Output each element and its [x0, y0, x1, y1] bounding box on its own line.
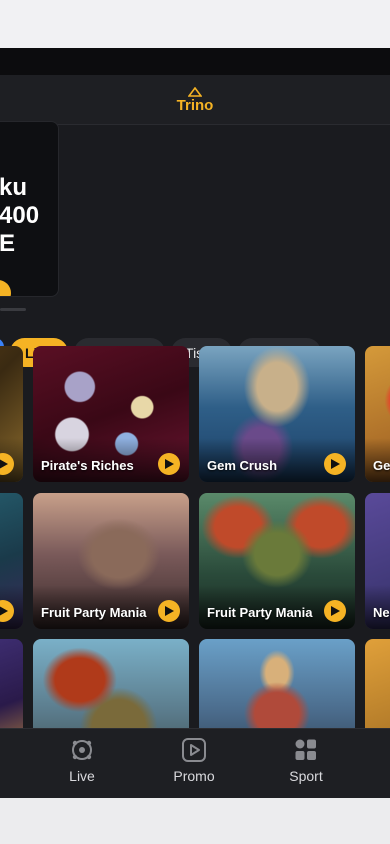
status-bar [0, 48, 390, 75]
play-icon [330, 606, 340, 616]
play-button[interactable] [158, 600, 180, 622]
game-tile[interactable] [0, 346, 23, 482]
game-title: Fruit Party Mania [207, 605, 313, 620]
nav-item-promo[interactable]: Promo [149, 737, 239, 784]
game-title: Ge [373, 458, 390, 473]
promo-icon [182, 738, 206, 762]
play-icon [0, 606, 8, 616]
brand-name: Trino [176, 96, 214, 114]
promo-cta-button[interactable] [0, 280, 11, 296]
nav-label: Live [69, 768, 95, 784]
sport-icon [295, 739, 316, 760]
game-tile[interactable]: Ge [365, 346, 390, 482]
play-icon [164, 459, 174, 469]
game-tile[interactable]: Fruit Party Mania [199, 493, 355, 629]
brand-logo[interactable]: Trino [176, 86, 214, 114]
app-header: Trino [0, 75, 390, 125]
play-icon [0, 459, 8, 469]
play-button[interactable] [324, 453, 346, 475]
top-blank-area [0, 0, 390, 48]
game-tile[interactable]: Fruit Party Mania [33, 493, 189, 629]
promo-banner[interactable]: ku 400 E [0, 121, 59, 297]
play-icon [164, 606, 174, 616]
game-title: Pirate's Riches [41, 458, 134, 473]
nav-label: Sport [289, 768, 323, 784]
promo-text-line-3: E [0, 230, 16, 257]
live-icon [72, 740, 92, 760]
play-icon [330, 459, 340, 469]
promo-text-line-1: ku [0, 174, 28, 201]
game-tile[interactable]: Gem Crush [199, 346, 355, 482]
nav-item-live[interactable]: Live [37, 737, 127, 784]
nav-label: Promo [173, 768, 215, 784]
carousel-indicator [0, 308, 26, 311]
play-button[interactable] [158, 453, 180, 475]
promo-text-line-2: 400 [0, 202, 40, 229]
triangle-logo-icon [187, 86, 202, 97]
game-tile[interactable] [0, 493, 23, 629]
play-button[interactable] [324, 600, 346, 622]
game-tile[interactable]: Ne [365, 493, 390, 629]
bottom-navigation: Live Promo Sport [0, 728, 390, 798]
bottom-blank-area [0, 798, 390, 844]
game-title: Ne [373, 605, 390, 620]
game-title: Gem Crush [207, 458, 278, 473]
nav-item-sport[interactable]: Sport [261, 737, 351, 784]
app-frame: Trino ku 400 E Live Megaways Tisch Jackp… [0, 48, 390, 798]
game-title: Fruit Party Mania [41, 605, 147, 620]
game-tile[interactable]: Pirate's Riches [33, 346, 189, 482]
